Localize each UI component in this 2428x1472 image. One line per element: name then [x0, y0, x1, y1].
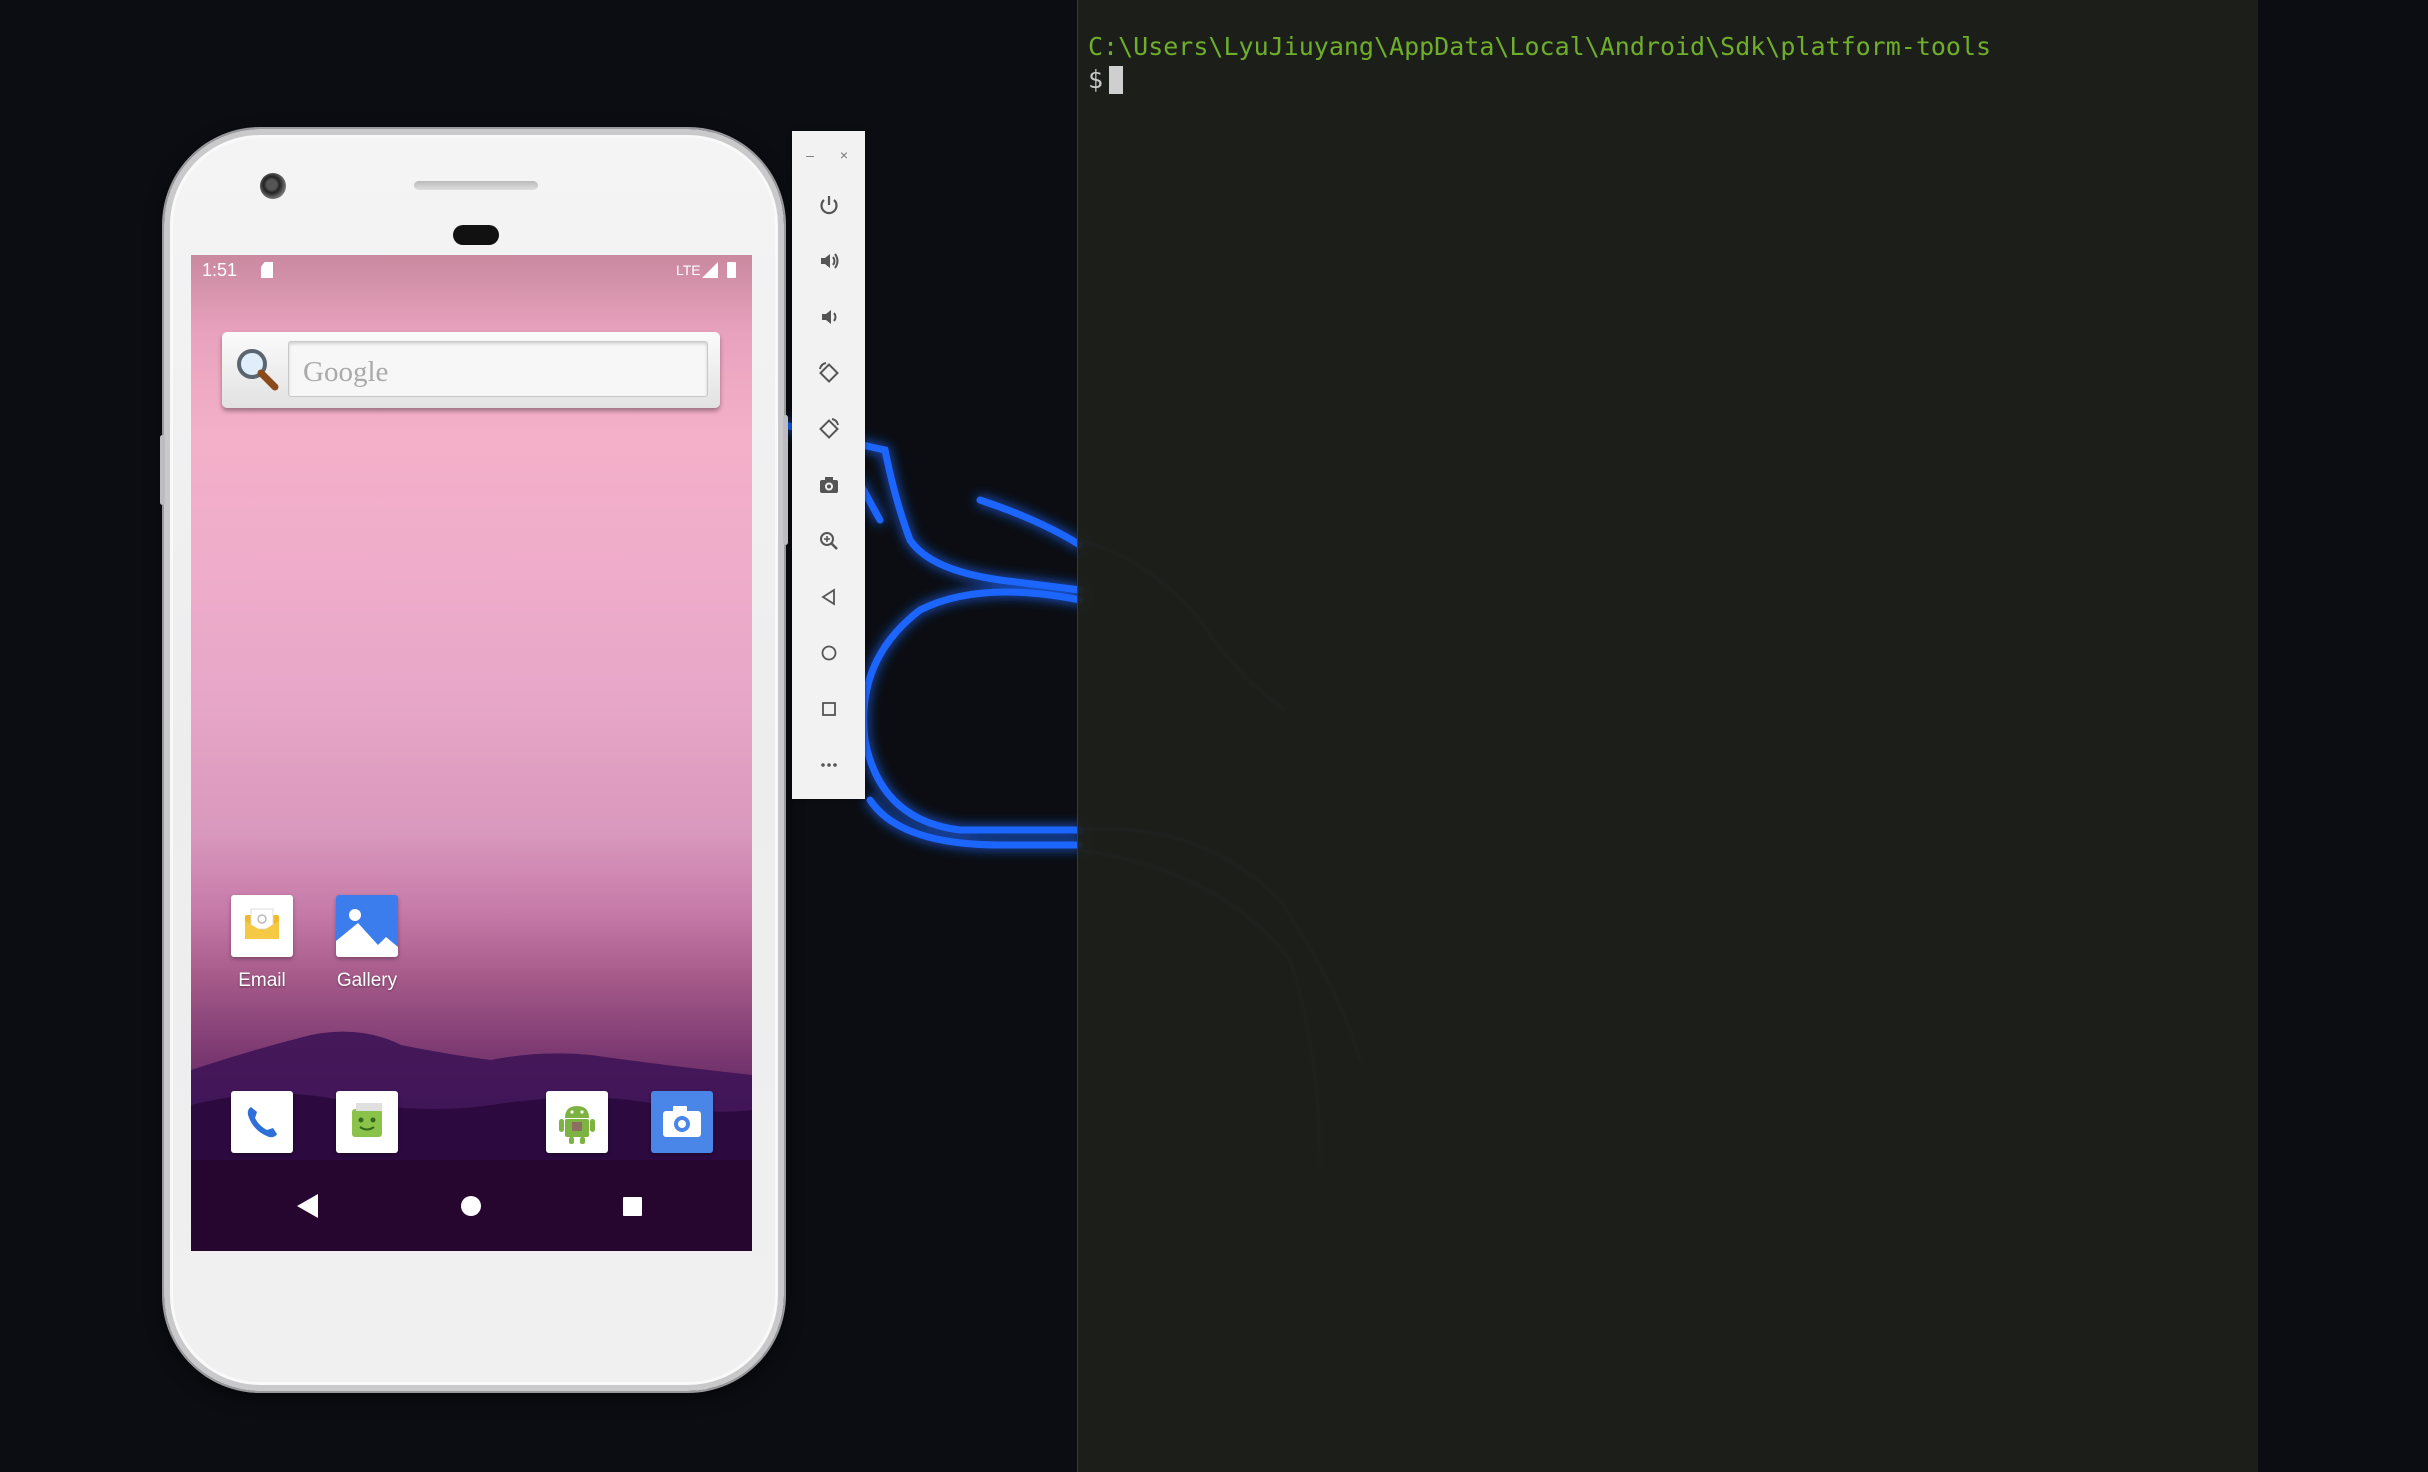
desktop-right-margin [2258, 0, 2428, 1472]
back-icon [821, 588, 835, 606]
volume-up-icon [821, 253, 839, 269]
status-time: 1:51 [202, 260, 238, 280]
email-icon[interactable] [231, 895, 293, 957]
messenger-icon[interactable] [336, 1091, 398, 1153]
screenshot-button[interactable] [811, 467, 847, 503]
zoom-icon [820, 532, 838, 550]
more-icon [821, 763, 837, 767]
terminal-working-directory: C:\Users\LyuJiuyang\AppData\Local\Androi… [1088, 32, 1992, 61]
terminal-window[interactable]: C:\Users\LyuJiuyang\AppData\Local\Androi… [1077, 0, 2258, 1472]
home-button[interactable] [811, 635, 847, 671]
phone-icon[interactable] [231, 1091, 293, 1153]
navigation-bar [297, 1194, 642, 1218]
volume-down-icon [822, 310, 837, 324]
status-bar: 1:51 LTE [191, 255, 752, 287]
volume-down-button[interactable] [811, 299, 847, 335]
home-icon [821, 645, 837, 661]
search-icon[interactable] [232, 344, 282, 394]
terminal-prompt-line[interactable]: $ [1088, 63, 2248, 96]
power-side-button[interactable] [160, 435, 165, 505]
terminal-cursor [1109, 66, 1124, 94]
front-camera [260, 173, 286, 199]
recents-icon[interactable] [623, 1197, 642, 1216]
dock-camera[interactable] [627, 1091, 737, 1153]
power-button[interactable] [811, 187, 847, 223]
rotate-left-button[interactable] [811, 355, 847, 391]
emulator-toolbar: – × [792, 131, 865, 799]
rotate-left-icon [819, 362, 839, 383]
network-type: LTE [676, 262, 701, 278]
gallery-icon[interactable] [336, 895, 398, 957]
home-icon[interactable] [461, 1196, 481, 1216]
phone-screen[interactable]: 1:51 LTE Google Email Gallery [191, 255, 752, 1251]
terminal-prompt: $ [1088, 65, 1104, 94]
app-email[interactable]: Email [207, 895, 317, 992]
overview-button[interactable] [811, 691, 847, 727]
power-icon [820, 196, 838, 215]
dock-phone[interactable] [207, 1091, 317, 1153]
app-label: Gallery [336, 970, 398, 991]
earpiece-speaker [414, 181, 538, 190]
camera-icon[interactable] [651, 1091, 713, 1153]
dock-android-app[interactable] [522, 1091, 632, 1153]
close-icon[interactable]: × [836, 147, 852, 163]
app-label: Email [238, 970, 286, 991]
google-search-widget[interactable]: Google [222, 332, 720, 408]
battery-icon [727, 262, 736, 278]
volume-side-button[interactable] [783, 415, 788, 545]
search-placeholder: Google [303, 356, 389, 388]
screenshot-icon [820, 477, 838, 493]
minimize-icon[interactable]: – [802, 147, 818, 163]
more-button[interactable] [811, 747, 847, 783]
dock-messenger[interactable] [312, 1091, 422, 1153]
search-input[interactable]: Google [288, 341, 708, 397]
rotate-right-icon [819, 418, 839, 439]
zoom-button[interactable] [811, 523, 847, 559]
signal-icon [702, 262, 718, 278]
volume-up-button[interactable] [811, 243, 847, 279]
back-icon[interactable] [297, 1194, 318, 1218]
proximity-sensor [453, 225, 499, 245]
back-button[interactable] [811, 579, 847, 615]
overview-icon [822, 702, 836, 716]
android-app-icon[interactable] [546, 1091, 608, 1153]
sd-card-icon [261, 262, 273, 278]
rotate-right-button[interactable] [811, 411, 847, 447]
app-gallery[interactable]: Gallery [312, 895, 422, 992]
